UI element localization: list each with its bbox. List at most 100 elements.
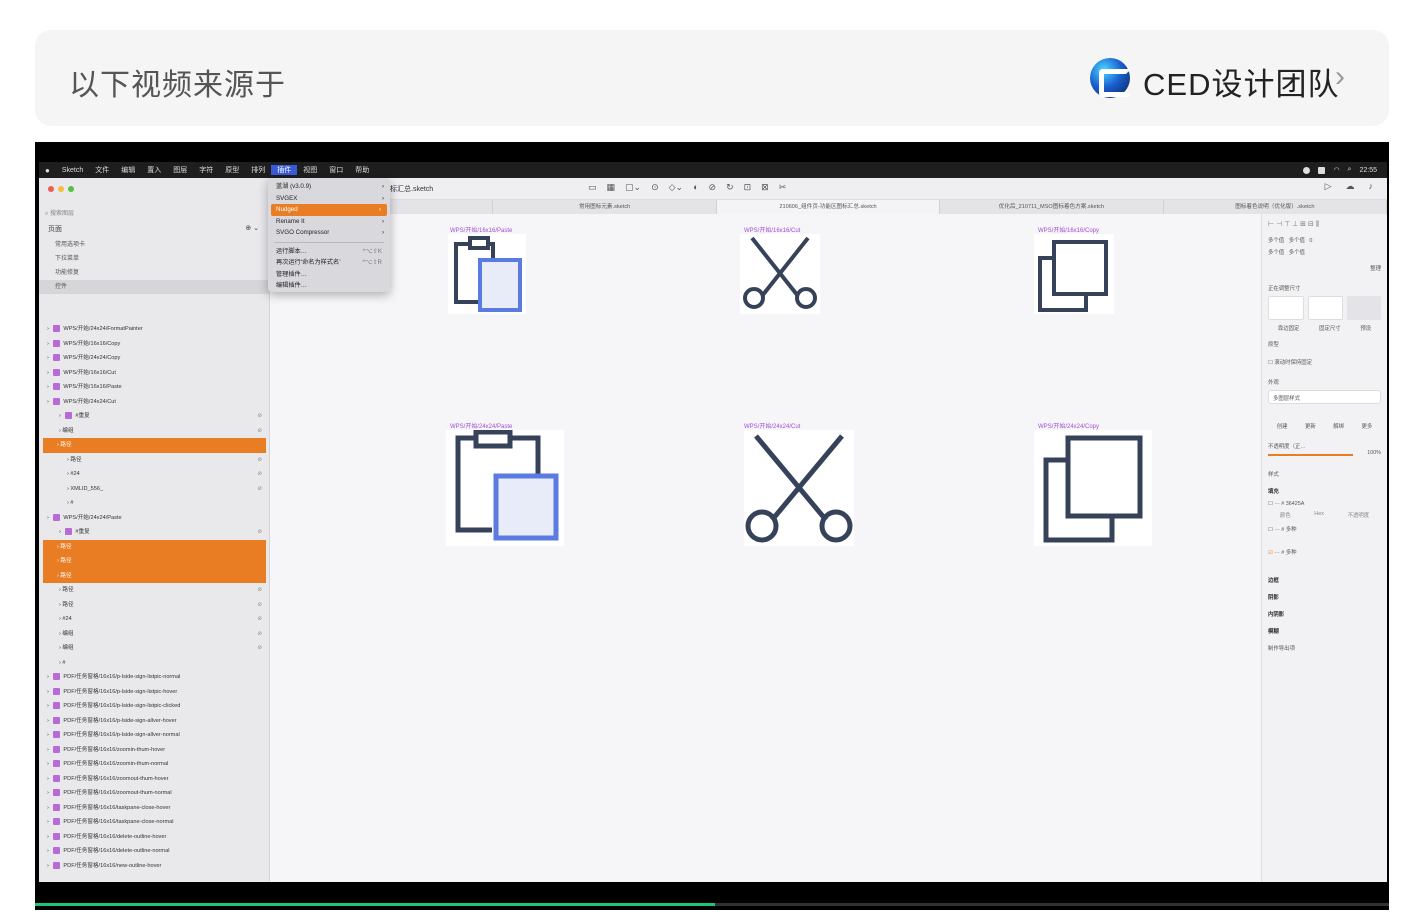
opacity-value[interactable]: 100% (1268, 450, 1381, 456)
eye-hidden-icon[interactable]: ⊘ (257, 627, 262, 641)
artboard-paste-16[interactable] (448, 234, 526, 314)
layer-row[interactable]: › WPS/开始/16x16/Copy (39, 337, 269, 352)
disclosure-icon[interactable]: › (59, 413, 62, 419)
layer-row[interactable]: › # (39, 496, 269, 511)
cloud-icon[interactable]: ☁ (1346, 181, 1355, 192)
chevron-right-icon[interactable]: › (1335, 60, 1345, 94)
apple-menu-icon[interactable]: ● (39, 166, 56, 175)
menu-item[interactable]: 字符 (193, 165, 219, 175)
disclosure-icon[interactable]: › (47, 819, 50, 825)
menu-item[interactable]: 帮助 (349, 165, 375, 175)
plugin-menu-item[interactable]: Nudged › (271, 204, 387, 216)
eye-hidden-icon[interactable]: ⊘ (257, 453, 262, 467)
bell-icon[interactable]: ♪ (1369, 181, 1374, 192)
menu-item[interactable]: 置入 (141, 165, 167, 175)
canvas-view-icon[interactable]: ▭ (588, 182, 597, 193)
team-logo-icon[interactable] (1090, 58, 1131, 98)
close-window-button[interactable] (48, 186, 54, 192)
border-title[interactable]: 边框 (1268, 576, 1381, 584)
eye-hidden-icon[interactable]: ⊘ (257, 598, 262, 612)
page-item[interactable]: 下拉菜单 (39, 252, 269, 266)
frame-icon[interactable]: ▢⌄ (625, 182, 641, 193)
document-tab[interactable]: 图标着色说明（优化版）.sketch (1164, 200, 1388, 214)
insert-icon[interactable]: ◇⌄ (669, 182, 683, 193)
disclosure-icon[interactable]: › (59, 529, 62, 535)
disclosure-icon[interactable]: › (47, 790, 50, 796)
team-name[interactable]: CED设计团队 (1143, 59, 1339, 104)
disclosure-icon[interactable]: › (47, 747, 50, 753)
layer-row[interactable]: › PDF/任务窗格/16x16/zoomin-thum-hover (39, 743, 269, 758)
layer-row[interactable]: › PDF/任务窗格/16x16/zoomout-thum-normal (39, 786, 269, 801)
eye-hidden-icon[interactable]: ⊘ (257, 467, 262, 481)
eye-hidden-icon[interactable]: ⊘ (257, 482, 262, 496)
symbol-icon[interactable]: ⊙ (651, 182, 659, 193)
disclosure-icon[interactable]: › (47, 341, 50, 347)
source-card[interactable]: 以下视频来源于 CED设计团队 › (35, 30, 1389, 126)
artboard-label[interactable]: WPS/开始/24x24/Paste (450, 421, 512, 430)
menu-item[interactable]: 原型 (219, 165, 245, 175)
style-select[interactable]: 多图层样式 (1268, 390, 1381, 404)
layer-row[interactable]: › 路径 (43, 568, 266, 583)
layer-row[interactable]: › 路径 (43, 438, 266, 453)
artboard-label[interactable]: WPS/开始/16x16/Paste (450, 225, 512, 234)
add-page-icon[interactable]: ⊕ ⌄ (245, 224, 259, 232)
disclosure-icon[interactable]: › (47, 776, 50, 782)
disclosure-icon[interactable]: › (47, 355, 50, 361)
menu-item[interactable]: 文件 (89, 165, 115, 175)
plugin-menu-item[interactable]: SVGEX › (268, 193, 390, 205)
checkbox-checked-icon[interactable]: ☑ (1268, 550, 1273, 556)
artboard-cut-16[interactable] (740, 234, 820, 314)
layer-row[interactable]: › PDF/任务窗格/16x16/p-lside-sign-allver-nor… (39, 728, 269, 743)
menu-item[interactable]: 视图 (297, 165, 323, 175)
page-item[interactable]: 常用选项卡 (39, 238, 269, 252)
layer-row[interactable]: › #重复 ⊘ (39, 525, 269, 540)
disclosure-icon[interactable]: › (47, 399, 50, 405)
layer-row[interactable]: › #24 ⊘ (39, 467, 269, 482)
blur-title[interactable]: 模糊 (1268, 627, 1381, 635)
wifi-icon[interactable]: ◠ (1333, 166, 1339, 174)
eye-hidden-icon[interactable]: ⊘ (257, 641, 262, 655)
zoom-window-button[interactable] (68, 186, 74, 192)
menu-item[interactable]: 排列 (245, 165, 271, 175)
layer-row[interactable]: › PDF/任务窗格/16x16/taskpane-close-hover (39, 801, 269, 816)
page-item[interactable]: 功能修复 (39, 266, 269, 280)
disclosure-icon[interactable]: › (47, 689, 50, 695)
link-icon[interactable]: ⊘ (709, 182, 717, 193)
disclosure-icon[interactable]: › (47, 761, 50, 767)
artboard-cut-24[interactable] (744, 430, 854, 546)
shadow-title[interactable]: 阴影 (1268, 593, 1381, 601)
grid-view-icon[interactable]: ▦ (607, 182, 616, 193)
video-progress-bar[interactable] (35, 903, 1389, 906)
inner-shadow-title[interactable]: 内阴影 (1268, 610, 1381, 618)
layer-row[interactable]: › 路径 (43, 554, 266, 569)
document-tab[interactable]: 优化后_210711_MSO图标着色方案.sketch (940, 200, 1164, 214)
create-style-button[interactable]: 创建 (1277, 422, 1288, 430)
disclosure-icon[interactable]: › (47, 863, 50, 869)
fill-row-1[interactable]: ☐ ⋯ # 36425A (1268, 501, 1381, 507)
disclosure-icon[interactable]: › (47, 370, 50, 376)
layer-row[interactable]: › PDF/任务窗格/16x16/zoomin-thum-normal (39, 757, 269, 772)
disclosure-icon[interactable]: › (47, 732, 50, 738)
disclosure-icon[interactable]: › (47, 805, 50, 811)
minimize-window-button[interactable] (58, 186, 64, 192)
layer-row[interactable]: › #重复 ⊘ (39, 409, 269, 424)
layer-row[interactable]: › XMLID_556_ ⊘ (39, 482, 269, 497)
eye-hidden-icon[interactable]: ⊘ (257, 424, 262, 438)
layer-row[interactable]: › PDF/任务窗格/16x16/new-outline-hover (39, 859, 269, 874)
plugin-menu-item[interactable]: SVGO Compressor › (268, 227, 390, 239)
layer-row[interactable]: › #24 ⊘ (39, 612, 269, 627)
video-player[interactable]: ● Sketch 文件 编辑 置入 图层 字符 原型 排列 插件 视图 窗口 帮助 ◠ ⌕ 22:55… (35, 142, 1389, 910)
artboard-copy-16[interactable] (1034, 234, 1114, 314)
scissors-icon[interactable]: ✂ (779, 182, 787, 193)
disclosure-icon[interactable]: › (47, 674, 50, 680)
rotate-icon[interactable]: ↻ (726, 182, 734, 193)
artboard-label[interactable]: WPS/开始/16x16/Copy (1038, 225, 1099, 234)
layer-row[interactable]: › PDF/任务窗格/16x16/p-lside-sign-allver-hov… (39, 714, 269, 729)
layer-row[interactable]: › WPS/开始/16x16/Paste (39, 380, 269, 395)
export-title[interactable]: 制作导出项 (1268, 644, 1381, 652)
preset-option[interactable] (1347, 296, 1382, 320)
layer-row[interactable]: › PDF/任务窗格/16x16/p-lside-sign-listpic-no… (39, 670, 269, 685)
layer-row[interactable]: › # (39, 656, 269, 671)
canvas[interactable]: WPS/开始/16x16/Paste WPS/开始/16x16/Cut WPS/… (270, 214, 1261, 882)
disclosure-icon[interactable]: › (47, 326, 50, 332)
